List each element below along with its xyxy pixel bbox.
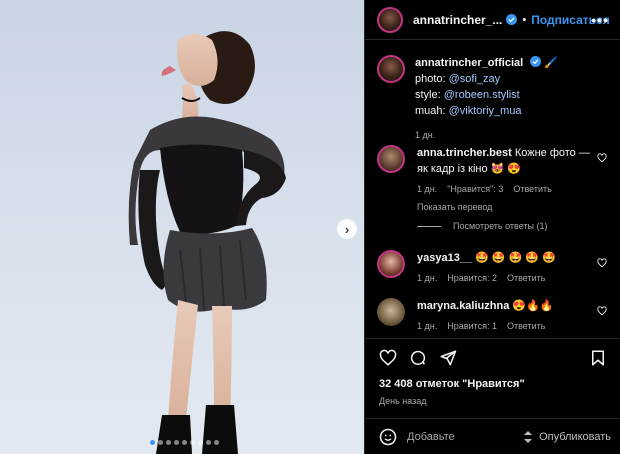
post-caption: annatrincher_official 🖌️ photo: @sofi_za… (377, 55, 613, 143)
carousel-dot (166, 440, 171, 445)
heart-icon[interactable] (597, 258, 607, 268)
header-separator: • (522, 13, 527, 26)
carousel-dot (182, 440, 187, 445)
carousel-dot (198, 440, 203, 445)
comment-item: anna.trincher.best Кожне фото — як кадр … (377, 145, 613, 215)
mention-link[interactable]: @sofi_zay (449, 73, 501, 85)
caption-username[interactable]: annatrincher_official (415, 57, 523, 69)
author-avatar[interactable] (377, 6, 403, 33)
comment-likes[interactable]: Нравится: 1 (447, 318, 497, 334)
comment-meta: 1 дн. Нравится: 2 Ответить (417, 270, 597, 286)
carousel-indicator (150, 440, 219, 445)
carousel-dot (206, 440, 211, 445)
caption-line: photo: @sofi_zay (415, 73, 501, 85)
mention-link[interactable]: @viktoriy_mua (449, 105, 522, 117)
comment-body: maryna.kaliuzhna 😍🔥🔥 1 дн. Нравится: 1 О… (417, 298, 597, 334)
comment-text: 🤩 🤩 🤩 🤩 🤩 (475, 252, 556, 264)
carousel-dot (190, 440, 195, 445)
comment-time: 1 дн. (417, 273, 438, 283)
share-icon[interactable] (439, 349, 457, 367)
view-replies-button[interactable]: Посмотреть ответы (1) (417, 221, 548, 231)
comment-body: anna.trincher.best Кожне фото — як кадр … (417, 145, 597, 215)
replies-divider (417, 225, 441, 227)
mention-link[interactable]: @robeen.stylist (444, 89, 520, 101)
comment-time: 1 дн. (417, 321, 438, 331)
view-replies-label: Посмотреть ответы (1) (453, 221, 548, 231)
comment-item: yasya13__ 🤩 🤩 🤩 🤩 🤩 1 дн. Нравится: 2 От… (377, 250, 613, 286)
reply-button[interactable]: Ответить (507, 270, 545, 286)
caption-time: 1 дн. (415, 130, 436, 140)
comment-meta: 1 дн. "Нравится": 3 Ответить (417, 181, 597, 197)
comment-input[interactable] (407, 430, 507, 443)
heart-icon[interactable] (597, 153, 607, 163)
post-actions (365, 338, 620, 376)
comment-avatar[interactable] (377, 250, 405, 278)
post-date: День назад (379, 396, 427, 406)
carousel-next-button[interactable]: › (337, 219, 357, 239)
reply-button[interactable]: Ответить (507, 318, 545, 334)
publish-button[interactable]: Опубликовать (523, 430, 611, 443)
caption-line: muah: @viktoriy_mua (415, 105, 522, 117)
verified-badge-icon (506, 14, 518, 25)
comment-avatar[interactable] (377, 145, 405, 173)
comment-username[interactable]: maryna.kaliuzhna (417, 300, 509, 312)
photo-figure (128, 31, 286, 454)
comment-body: yasya13__ 🤩 🤩 🤩 🤩 🤩 1 дн. Нравится: 2 От… (417, 250, 597, 286)
carousel-dot (214, 440, 219, 445)
publish-label: Опубликовать (539, 430, 611, 443)
author-username[interactable]: annatrincher_... (413, 13, 502, 27)
instagram-post-view: › annatrincher_... • Подписаться ••• ann… (0, 0, 620, 454)
comment-translate: Показать перевод (417, 199, 597, 215)
comment-item: maryna.kaliuzhna 😍🔥🔥 1 дн. Нравится: 1 О… (377, 298, 613, 334)
heart-icon[interactable] (597, 306, 607, 316)
verified-badge-icon (530, 56, 542, 67)
caption-body: annatrincher_official 🖌️ photo: @sofi_za… (415, 55, 558, 143)
comment-meta: 1 дн. Нравится: 1 Ответить (417, 318, 597, 334)
comment-composer: Опубликовать (365, 418, 620, 454)
more-options-icon[interactable]: ••• (591, 12, 609, 28)
sort-arrows-icon (524, 430, 533, 443)
post-photo[interactable]: › (0, 0, 364, 454)
chevron-right-icon: › (344, 221, 350, 237)
comment-avatar[interactable] (377, 298, 405, 326)
caption-emoji: 🖌️ (544, 57, 559, 69)
post-header: annatrincher_... • Подписаться ••• (365, 0, 620, 40)
post-side-panel: annatrincher_... • Подписаться ••• annat… (364, 0, 620, 454)
comment-username[interactable]: yasya13__ (417, 252, 472, 264)
comment-likes[interactable]: Нравится: 2 (447, 270, 497, 286)
comment-username[interactable]: anna.trincher.best (417, 147, 512, 159)
caption-avatar[interactable] (377, 55, 405, 83)
heart-icon[interactable] (379, 349, 397, 367)
carousel-dot (150, 440, 155, 445)
emoji-icon[interactable] (379, 428, 397, 446)
comment-time: 1 дн. (417, 184, 438, 194)
likes-count[interactable]: 32 408 отметок "Нравится" (379, 378, 525, 390)
comment-icon[interactable] (409, 349, 427, 367)
carousel-dot (158, 440, 163, 445)
reply-button[interactable]: Ответить (513, 181, 551, 197)
carousel-dot (174, 440, 179, 445)
comment-text: 😍🔥🔥 (512, 300, 554, 312)
comment-likes[interactable]: "Нравится": 3 (447, 181, 503, 197)
caption-line: style: @robeen.stylist (415, 89, 520, 101)
bookmark-icon[interactable] (589, 349, 607, 367)
show-translation-button[interactable]: Показать перевод (417, 199, 492, 215)
